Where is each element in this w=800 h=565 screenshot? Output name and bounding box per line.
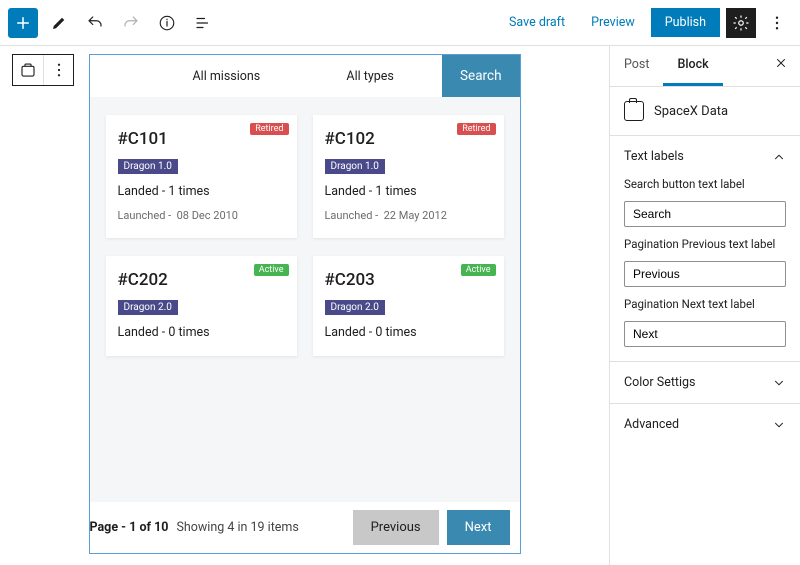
- capsule-landed: Landed - 1 times: [118, 184, 285, 199]
- label-prev-text: Pagination Previous text label: [624, 237, 786, 251]
- capsule-card: Active#C202Dragon 2.0Landed - 0 times: [106, 256, 297, 356]
- block-card: SpaceX Data: [610, 87, 800, 135]
- sidebar-tabs: Post Block: [610, 46, 800, 87]
- panel-advanced-toggle[interactable]: Advanced: [610, 404, 800, 445]
- editor-canvas: All missions All types Search Retired#C1…: [0, 46, 609, 565]
- undo-button[interactable]: [80, 8, 110, 38]
- capsule-type-badge: Dragon 2.0: [118, 300, 178, 315]
- block-more-button[interactable]: [43, 55, 73, 85]
- save-draft-button[interactable]: Save draft: [499, 9, 575, 36]
- add-block-button[interactable]: [8, 8, 38, 38]
- panel-color-settings: Color Settigs: [610, 361, 800, 403]
- chevron-down-icon: [772, 418, 786, 432]
- capsule-card: Active#C203Dragon 2.0Landed - 0 times: [313, 256, 504, 356]
- capsule-type-badge: Dragon 1.0: [118, 159, 178, 174]
- tab-block[interactable]: Block: [663, 46, 722, 86]
- filter-missions[interactable]: All missions: [155, 55, 299, 97]
- search-button[interactable]: Search: [442, 55, 519, 97]
- settings-button[interactable]: [726, 8, 756, 38]
- chevron-up-icon: [772, 150, 786, 164]
- capsule-card: Retired#C102Dragon 1.0Landed - 1 timesLa…: [313, 115, 504, 238]
- capsule-launched: Launched - 22 May 2012: [325, 209, 492, 222]
- capsule-landed: Landed - 1 times: [325, 184, 492, 199]
- panel-color-settings-toggle[interactable]: Color Settigs: [610, 362, 800, 403]
- block-toolbar: [12, 54, 74, 86]
- status-badge: Retired: [250, 123, 288, 135]
- prev-button[interactable]: Previous: [353, 510, 439, 545]
- label-search-text: Search button text label: [624, 177, 786, 191]
- block-name: SpaceX Data: [654, 104, 728, 119]
- publish-button[interactable]: Publish: [651, 8, 720, 37]
- page-subinfo: Showing 4 in 19 items: [176, 520, 298, 535]
- pagination: Page - 1 of 10 Showing 4 in 19 items Pre…: [90, 502, 520, 553]
- status-badge: Active: [461, 264, 496, 276]
- settings-sidebar: Post Block SpaceX Data Text labels Searc…: [609, 46, 800, 565]
- block-type-icon[interactable]: [13, 55, 43, 85]
- redo-button[interactable]: [116, 8, 146, 38]
- status-badge: Active: [254, 264, 289, 276]
- info-icon[interactable]: [152, 8, 182, 38]
- close-sidebar-button[interactable]: [762, 46, 800, 86]
- chevron-down-icon: [772, 376, 786, 390]
- input-next-text[interactable]: [624, 321, 786, 347]
- preview-button[interactable]: Preview: [581, 9, 645, 36]
- capsule-type-badge: Dragon 2.0: [325, 300, 385, 315]
- cards-grid: Retired#C101Dragon 1.0Landed - 1 timesLa…: [90, 97, 520, 502]
- capsule-card: Retired#C101Dragon 1.0Landed - 1 timesLa…: [106, 115, 297, 238]
- panel-text-labels-toggle[interactable]: Text labels: [610, 136, 800, 177]
- filter-types[interactable]: All types: [298, 55, 442, 97]
- spacex-data-block[interactable]: All missions All types Search Retired#C1…: [89, 54, 521, 554]
- label-next-text: Pagination Next text label: [624, 297, 786, 311]
- input-prev-text[interactable]: [624, 261, 786, 287]
- panel-advanced: Advanced: [610, 403, 800, 445]
- status-badge: Retired: [457, 123, 495, 135]
- capsule-landed: Landed - 0 times: [325, 325, 492, 340]
- page-info: Page - 1 of 10: [90, 520, 169, 535]
- capsule-launched: Launched - 08 Dec 2010: [118, 209, 285, 222]
- next-button[interactable]: Next: [447, 510, 510, 545]
- more-menu-button[interactable]: [762, 8, 792, 38]
- spacex-data-icon: [624, 101, 644, 121]
- capsule-type-badge: Dragon 1.0: [325, 159, 385, 174]
- input-search-text[interactable]: [624, 201, 786, 227]
- editor-topbar: Save draft Preview Publish: [0, 0, 800, 46]
- filter-bar: All missions All types Search: [90, 55, 520, 97]
- tab-post[interactable]: Post: [610, 46, 663, 86]
- edit-icon[interactable]: [44, 8, 74, 38]
- outline-icon[interactable]: [188, 8, 218, 38]
- capsule-landed: Landed - 0 times: [118, 325, 285, 340]
- panel-text-labels: Text labels Search button text label Pag…: [610, 135, 800, 361]
